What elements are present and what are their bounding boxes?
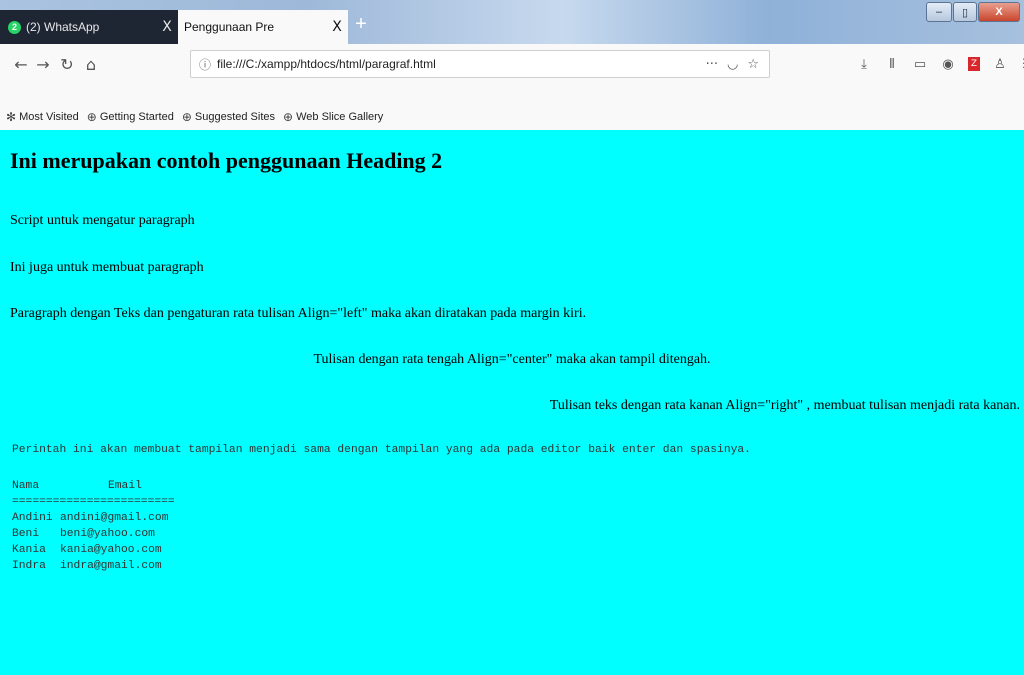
table-row: Beni beni@yahoo.com: [12, 526, 175, 542]
extension-icon[interactable]: ◉: [940, 54, 956, 74]
bookmark-star-icon[interactable]: ☆: [747, 57, 759, 72]
paragraph-script: Script untuk mengatur paragraph: [10, 213, 195, 228]
table-header: Nama Email: [12, 478, 175, 494]
globe-icon: ⊕: [181, 110, 192, 124]
gear-icon: ✻: [6, 110, 17, 124]
row-email: kania@yahoo.com: [60, 544, 162, 556]
row-name: Kania: [12, 544, 46, 556]
download-icon[interactable]: ⤓: [856, 54, 872, 74]
paragraph-membuat: Ini juga untuk membuat paragraph: [10, 260, 204, 275]
toolbar-right: ⤓ ⫴ ▭ ◉ Z ♙ ☰: [856, 54, 1024, 74]
bookmark-getting-started[interactable]: ⊕ Getting Started: [87, 110, 174, 124]
row-name: Andini: [12, 512, 53, 524]
bookmark-web-slice-gallery[interactable]: ⊕ Web Slice Gallery: [283, 110, 383, 124]
table-separator: ========================: [12, 496, 175, 508]
forward-button[interactable]: →: [32, 54, 54, 76]
red-extension-icon[interactable]: Z: [968, 57, 980, 71]
more-actions-icon[interactable]: ···: [706, 57, 718, 72]
navigation-bar: ← → ↻ ⌂ ⓘ file:///C:/xampp/htdocs/html/p…: [0, 44, 1024, 105]
tab-label: Penggunaan Pre: [184, 20, 275, 34]
window-controls: – ▯ X: [925, 2, 1020, 22]
person-icon[interactable]: ♙: [992, 54, 1008, 74]
table-row: Kania kania@yahoo.com: [12, 542, 175, 558]
info-icon[interactable]: ⓘ: [193, 56, 217, 73]
row-name: Indra: [12, 560, 46, 572]
reader-icon[interactable]: ▭: [912, 54, 928, 74]
table-row: Andini andini@gmail.com: [12, 510, 175, 526]
bookmark-label: Suggested Sites: [194, 111, 276, 123]
bookmarks-toolbar: ✻ Most Visited ⊕ Getting Started ⊕ Sugge…: [0, 104, 1024, 130]
address-bar[interactable]: ⓘ file:///C:/xampp/htdocs/html/paragraf.…: [190, 50, 770, 78]
tab-penggunaan-pre[interactable]: Penggunaan Pre X: [178, 10, 348, 44]
contact-table: Nama Email ======================== Andi…: [12, 478, 175, 574]
preformatted-text: Perintah ini akan membuat tampilan menja…: [12, 444, 751, 456]
home-button[interactable]: ⌂: [80, 54, 102, 76]
bookmark-suggested-sites[interactable]: ⊕ Suggested Sites: [182, 110, 275, 124]
url-text[interactable]: file:///C:/xampp/htdocs/html/paragraf.ht…: [217, 57, 706, 71]
header-name: Nama: [12, 480, 40, 492]
back-button[interactable]: ←: [10, 54, 32, 76]
menu-icon[interactable]: ☰: [1020, 54, 1024, 74]
tab-whatsapp[interactable]: 2 (2) WhatsApp X: [0, 10, 178, 44]
bookmark-label: Web Slice Gallery: [296, 111, 384, 123]
row-email: andini@gmail.com: [60, 512, 169, 524]
url-tools: ··· ◡ ☆: [706, 57, 759, 72]
header-email: Email: [108, 480, 142, 492]
table-row: Indra indra@gmail.com: [12, 558, 175, 574]
close-window-button[interactable]: X: [978, 2, 1020, 22]
bookmark-most-visited[interactable]: ✻ Most Visited: [6, 110, 79, 124]
title-bar: 2 (2) WhatsApp X Penggunaan Pre X + – ▯ …: [0, 0, 1024, 44]
paragraph-align-right: Tulisan teks dengan rata kanan Align="ri…: [549, 398, 1020, 413]
page-content: Ini merupakan contoh penggunaan Heading …: [0, 130, 1024, 675]
paragraph-align-center: Tulisan dengan rata tengah Align="center…: [313, 352, 711, 367]
library-icon[interactable]: ⫴: [884, 54, 900, 74]
whatsapp-icon: 2: [8, 20, 21, 34]
pocket-icon[interactable]: ◡: [727, 57, 738, 72]
bookmark-label: Most Visited: [19, 111, 79, 123]
bookmark-label: Getting Started: [99, 111, 174, 123]
row-email: beni@yahoo.com: [60, 528, 155, 540]
close-tab-icon[interactable]: X: [326, 19, 348, 35]
new-tab-button[interactable]: +: [350, 12, 372, 38]
reload-button[interactable]: ↻: [56, 54, 78, 76]
globe-icon: ⊕: [86, 110, 97, 124]
page-heading: Ini merupakan contoh penggunaan Heading …: [10, 148, 443, 173]
row-email: indra@gmail.com: [60, 560, 162, 572]
close-tab-icon[interactable]: X: [156, 19, 178, 35]
tab-label: (2) WhatsApp: [26, 20, 100, 34]
globe-icon: ⊕: [283, 110, 294, 124]
maximize-button[interactable]: ▯: [953, 2, 977, 22]
row-name: Beni: [12, 528, 40, 540]
paragraph-align-left: Paragraph dengan Teks dan pengaturan rat…: [10, 306, 587, 321]
minimize-button[interactable]: –: [926, 2, 952, 22]
